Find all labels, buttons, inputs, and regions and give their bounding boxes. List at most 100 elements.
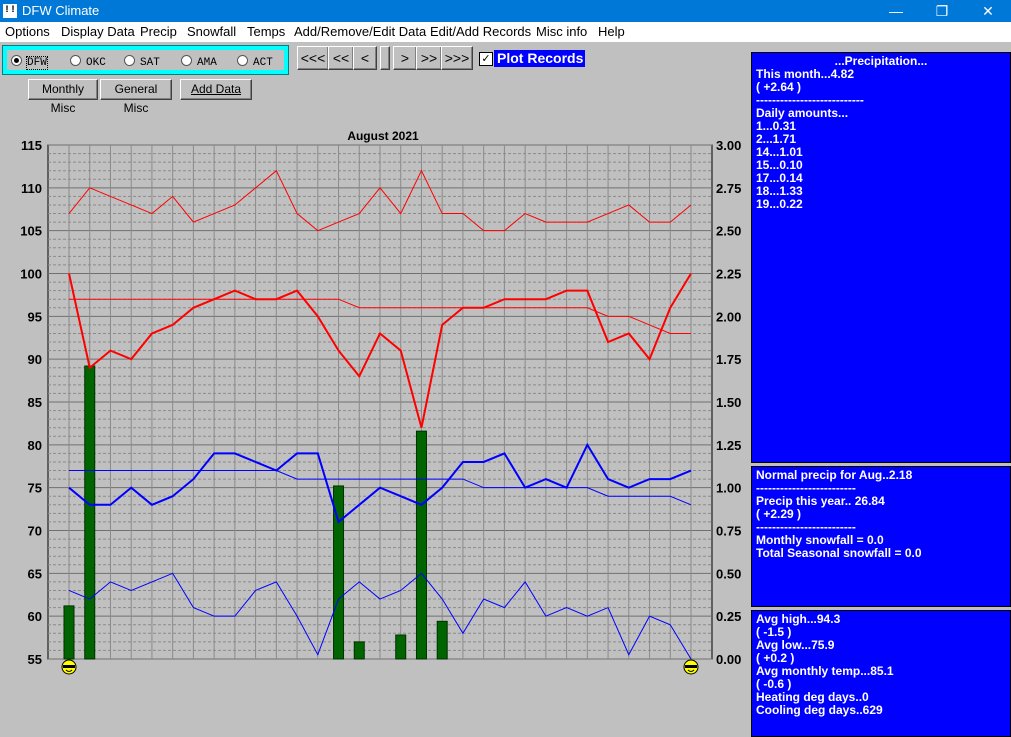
- precip-bar: [353, 641, 365, 660]
- station-radio-act[interactable]: ACT: [237, 55, 273, 69]
- right-axis-tick-label: 1.00: [716, 481, 741, 496]
- plot-records-checkbox[interactable]: ✓: [479, 52, 493, 66]
- chart-title: August 2021: [347, 129, 419, 143]
- right-axis-tick-label: 2.00: [716, 309, 741, 324]
- climate-chart: August 2021 5560657075808590951001051101…: [20, 129, 741, 680]
- x-axis-tick-label: 21: [476, 678, 490, 680]
- right-axis-tick-label: 0.50: [716, 566, 741, 581]
- restore-button[interactable]: ❐: [919, 0, 965, 22]
- precip-panel: ...Precipitation... This month...4.82 ( …: [751, 52, 1011, 463]
- sun-icon: [683, 659, 699, 675]
- app-icon: !!: [3, 4, 17, 18]
- sun-glasses: [63, 665, 75, 668]
- x-axis-tick-label: 9: [231, 678, 238, 680]
- menu-options[interactable]: Options: [5, 24, 50, 39]
- x-axis-tick-label: 5: [148, 678, 155, 680]
- left-axis-tick-label: 70: [28, 524, 42, 539]
- station-radio-okc[interactable]: OKC: [70, 55, 106, 69]
- sun-glasses: [685, 665, 697, 668]
- precip-bar: [436, 620, 448, 660]
- precip-bar: [84, 365, 96, 660]
- left-axis-tick-label: 100: [20, 267, 42, 282]
- nav-forward-button[interactable]: >: [393, 46, 417, 70]
- chart-grid: [47, 144, 713, 660]
- right-axis-tick-label: 0.25: [716, 609, 741, 624]
- x-axis-tick-label: 17: [393, 678, 407, 680]
- station-radio-sat[interactable]: SAT: [124, 55, 160, 69]
- menu-edit-add-records[interactable]: Edit/Add Records: [430, 24, 531, 39]
- right-axis-tick-label: 1.75: [716, 352, 741, 367]
- menu-bar: Options Display Data Precip Snowfall Tem…: [0, 22, 1011, 42]
- close-button[interactable]: ✕: [965, 0, 1011, 22]
- day-markers: [61, 659, 699, 675]
- left-axis-tick-label: 65: [28, 566, 42, 581]
- precip-bar: [63, 605, 75, 660]
- left-axis-tick-label: 60: [28, 609, 42, 624]
- station-radio-group: DFW OKC SAT AMA ACT: [7, 50, 284, 70]
- x-axis-tick-label: 19: [435, 678, 449, 680]
- general-misc-button[interactable]: General Misc: [100, 79, 172, 115]
- radio-icon: [237, 55, 248, 66]
- left-axis-tick-label: 105: [20, 224, 42, 239]
- station-radio-dfw[interactable]: DFW: [11, 55, 48, 70]
- station-selector: DFW OKC SAT AMA ACT: [2, 45, 289, 75]
- plot-records-label[interactable]: Plot Records: [494, 50, 585, 67]
- temps-line: Cooling deg days..629: [756, 703, 883, 717]
- menu-snowfall[interactable]: Snowfall: [187, 24, 236, 39]
- monthly-misc-button[interactable]: Monthly Misc: [28, 79, 98, 115]
- menu-help[interactable]: Help: [598, 24, 625, 39]
- nav-back-more-button[interactable]: <<: [328, 46, 354, 70]
- station-radio-ama[interactable]: AMA: [181, 55, 217, 69]
- x-axis-tick-label: 15: [352, 678, 366, 680]
- menu-temps[interactable]: Temps: [247, 24, 285, 39]
- x-axis-tick-label: 13: [311, 678, 325, 680]
- nav-forward-far-button[interactable]: >>>: [441, 46, 473, 70]
- x-axis-tick-label: 31: [684, 678, 698, 680]
- right-axis-tick-label: 1.25: [716, 438, 741, 453]
- radio-icon: [181, 55, 192, 66]
- x-axis-tick-label: 27: [601, 678, 615, 680]
- left-axis-tick-label: 80: [28, 438, 42, 453]
- left-axis-tick-label: 90: [28, 352, 42, 367]
- sun-icon: [61, 659, 77, 675]
- x-axis-tick-label: 23: [518, 678, 532, 680]
- right-axis-tick-label: 0.75: [716, 524, 741, 539]
- x-axis-tick-label: 29: [642, 678, 656, 680]
- minimize-button[interactable]: —: [873, 0, 919, 22]
- menu-add-remove-edit-data[interactable]: Add/Remove/Edit Data: [294, 24, 426, 39]
- normals-panel: Normal precip for Aug..2.18 ------------…: [751, 466, 1011, 607]
- nav-back-far-button[interactable]: <<<: [297, 46, 329, 70]
- temps-line: Avg high...94.3: [756, 612, 841, 626]
- radio-selected-icon: [11, 55, 22, 66]
- nav-current-button[interactable]: [380, 46, 390, 70]
- add-data-button[interactable]: Add Data: [180, 79, 252, 100]
- nav-back-button[interactable]: <: [353, 46, 377, 70]
- left-axis-tick-label: 75: [28, 481, 42, 496]
- temps-panel: Avg high...94.3 ( -1.5 ) Avg low...75.9 …: [751, 610, 1011, 737]
- x-axis-tick-label: 7: [190, 678, 197, 680]
- right-axis-tick-label: 3.00: [716, 138, 741, 153]
- precip-bar: [395, 634, 407, 660]
- nav-forward-more-button[interactable]: >>: [416, 46, 442, 70]
- right-axis-tick-label: 1.50: [716, 395, 741, 410]
- menu-misc-info[interactable]: Misc info: [536, 24, 587, 39]
- normals-line: Total Seasonal snowfall = 0.0: [756, 546, 922, 560]
- right-axis-tick-label: 2.25: [716, 267, 741, 282]
- left-axis-tick-label: 95: [28, 309, 42, 324]
- x-axis-tick-label: 25: [559, 678, 573, 680]
- left-axis-tick-label: 55: [28, 652, 42, 667]
- right-axis-tick-label: 2.75: [716, 181, 741, 196]
- menu-display-data[interactable]: Display Data: [61, 24, 135, 39]
- radio-icon: [70, 55, 81, 66]
- precip-bar: [415, 430, 427, 660]
- window-title: DFW Climate: [22, 3, 100, 18]
- x-axis-tick-label: 1: [65, 678, 72, 680]
- right-axis-tick-label: 0.00: [716, 652, 741, 667]
- x-axis-tick-label: 3: [107, 678, 114, 680]
- menu-precip[interactable]: Precip: [140, 24, 177, 39]
- left-axis-tick-label: 85: [28, 395, 42, 410]
- title-bar: !! DFW Climate — ❐ ✕: [0, 0, 1011, 22]
- radio-icon: [124, 55, 135, 66]
- left-axis-tick-label: 110: [21, 181, 42, 196]
- right-axis-tick-label: 2.50: [716, 224, 741, 239]
